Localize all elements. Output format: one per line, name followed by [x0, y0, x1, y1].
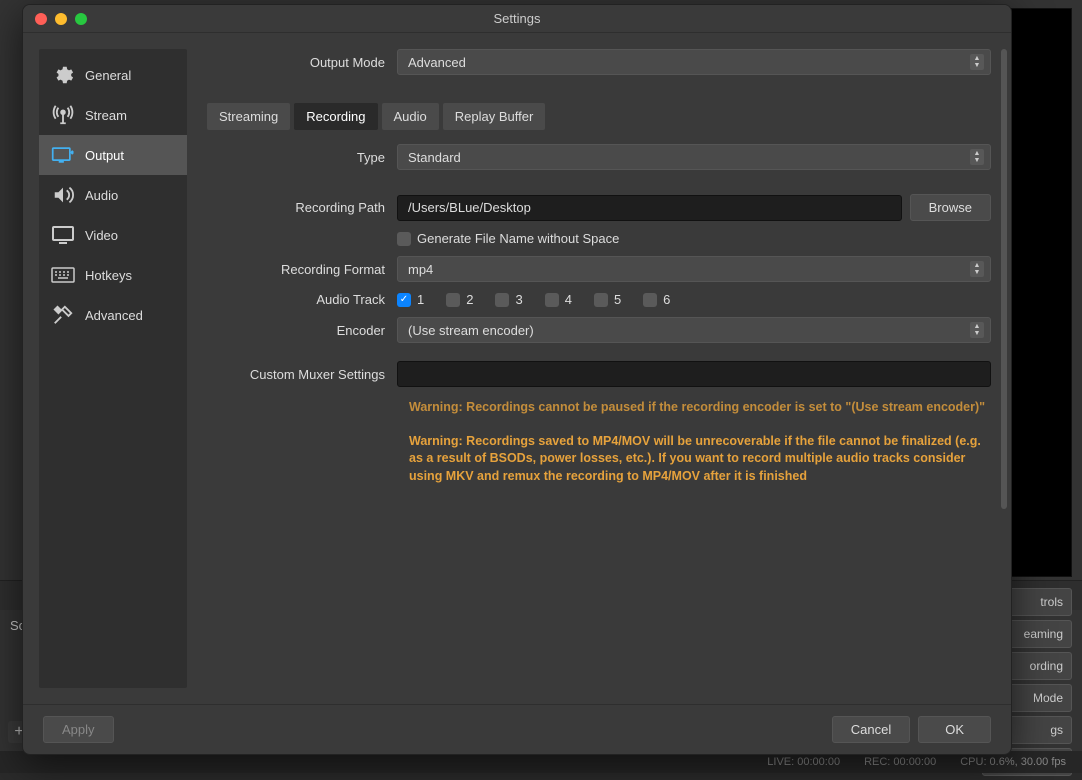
sidebar-item-hotkeys[interactable]: Hotkeys	[39, 255, 187, 295]
tab-audio[interactable]: Audio	[382, 103, 439, 130]
checkbox-icon	[545, 293, 559, 307]
checkbox-icon	[643, 293, 657, 307]
muxer-input[interactable]	[397, 361, 991, 387]
keyboard-icon	[51, 265, 75, 285]
settings-footer: Apply Cancel OK	[23, 704, 1011, 754]
chevron-updown-icon: ▲▼	[970, 149, 984, 165]
sidebar-item-label: Hotkeys	[85, 268, 132, 283]
ok-button[interactable]: OK	[918, 716, 991, 743]
window-controls	[23, 13, 87, 25]
output-mode-label: Output Mode	[207, 55, 397, 70]
audio-track-3[interactable]: 3	[495, 292, 522, 307]
sidebar-item-stream[interactable]: Stream	[39, 95, 187, 135]
chevron-updown-icon: ▲▼	[970, 54, 984, 70]
checkbox-icon	[495, 293, 509, 307]
browse-button[interactable]: Browse	[910, 194, 991, 221]
output-tabs: Streaming Recording Audio Replay Buffer	[207, 103, 991, 130]
tab-replay-buffer[interactable]: Replay Buffer	[443, 103, 546, 130]
chevron-updown-icon: ▲▼	[970, 322, 984, 338]
audio-track-1[interactable]: ✓1	[397, 292, 424, 307]
encoder-label: Encoder	[207, 323, 397, 338]
gear-icon	[51, 65, 75, 85]
tab-recording[interactable]: Recording	[294, 103, 377, 130]
recording-path-label: Recording Path	[207, 200, 397, 215]
apply-button[interactable]: Apply	[43, 716, 114, 743]
sidebar-item-general[interactable]: General	[39, 55, 187, 95]
audio-track-label: Audio Track	[207, 292, 397, 307]
recording-path-input[interactable]: /Users/BLue/Desktop	[397, 195, 902, 221]
status-cpu: CPU: 0.6%, 30.00 fps	[960, 756, 1066, 768]
checkbox-icon	[397, 232, 411, 246]
warnings: Warning: Recordings cannot be paused if …	[409, 401, 991, 487]
checkbox-icon: ✓	[397, 293, 411, 307]
checkbox-icon	[594, 293, 608, 307]
sidebar-item-video[interactable]: Video	[39, 215, 187, 255]
recording-path-value: /Users/BLue/Desktop	[408, 200, 531, 215]
settings-sidebar: General Stream Output Audio	[39, 49, 187, 688]
chevron-updown-icon: ▲▼	[970, 261, 984, 277]
settings-form: Output Mode Advanced ▲▼ Streaming Record…	[187, 33, 1011, 704]
gen-filename-checkbox[interactable]: Generate File Name without Space	[397, 231, 619, 246]
type-label: Type	[207, 150, 397, 165]
settings-window: Settings General Stream Output	[22, 4, 1012, 755]
checkbox-icon	[446, 293, 460, 307]
sidebar-item-label: Video	[85, 228, 118, 243]
output-mode-select[interactable]: Advanced ▲▼	[397, 49, 991, 75]
warning-mp4: Warning: Recordings saved to MP4/MOV wil…	[409, 433, 991, 486]
gen-filename-label: Generate File Name without Space	[417, 231, 619, 246]
output-icon	[51, 145, 75, 165]
scrollbar[interactable]	[1001, 49, 1007, 509]
status-live: LIVE: 00:00:00	[767, 756, 840, 768]
sidebar-item-audio[interactable]: Audio	[39, 175, 187, 215]
sidebar-item-label: Audio	[85, 188, 118, 203]
warning-pause: Warning: Recordings cannot be paused if …	[409, 401, 991, 417]
type-value: Standard	[408, 150, 461, 165]
titlebar[interactable]: Settings	[23, 5, 1011, 33]
audio-track-4[interactable]: 4	[545, 292, 572, 307]
close-icon[interactable]	[35, 13, 47, 25]
muxer-label: Custom Muxer Settings	[207, 367, 397, 382]
recording-format-value: mp4	[408, 262, 433, 277]
output-mode-value: Advanced	[408, 55, 466, 70]
audio-track-2[interactable]: 2	[446, 292, 473, 307]
type-select[interactable]: Standard ▲▼	[397, 144, 991, 170]
tab-streaming[interactable]: Streaming	[207, 103, 290, 130]
sidebar-item-label: General	[85, 68, 131, 83]
antenna-icon	[51, 105, 75, 125]
status-rec: REC: 00:00:00	[864, 756, 936, 768]
window-title: Settings	[23, 11, 1011, 26]
speaker-icon	[51, 185, 75, 205]
audio-track-5[interactable]: 5	[594, 292, 621, 307]
zoom-icon[interactable]	[75, 13, 87, 25]
sidebar-item-advanced[interactable]: Advanced	[39, 295, 187, 335]
tools-icon	[51, 305, 75, 325]
sidebar-item-output[interactable]: Output	[39, 135, 187, 175]
minimize-icon[interactable]	[55, 13, 67, 25]
sidebar-item-label: Stream	[85, 108, 127, 123]
sidebar-item-label: Output	[85, 148, 124, 163]
sidebar-item-label: Advanced	[85, 308, 143, 323]
recording-format-label: Recording Format	[207, 262, 397, 277]
audio-track-6[interactable]: 6	[643, 292, 670, 307]
encoder-value: (Use stream encoder)	[408, 323, 534, 338]
cancel-button[interactable]: Cancel	[832, 716, 910, 743]
encoder-select[interactable]: (Use stream encoder) ▲▼	[397, 317, 991, 343]
monitor-icon	[51, 225, 75, 245]
recording-format-select[interactable]: mp4 ▲▼	[397, 256, 991, 282]
